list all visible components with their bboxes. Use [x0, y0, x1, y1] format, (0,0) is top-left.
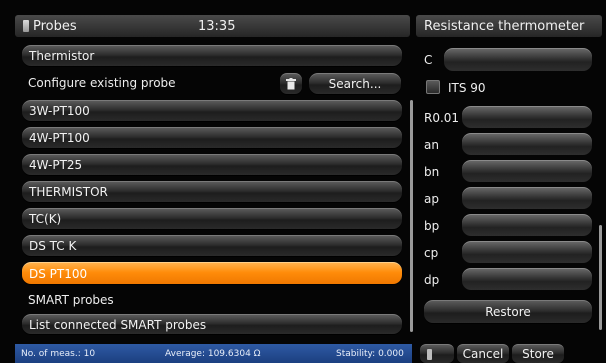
coef-field-dp[interactable] [462, 268, 592, 290]
restore-label: Restore [485, 305, 531, 319]
probe-item-label: 4W-PT25 [29, 158, 83, 172]
probe-list-item[interactable]: DS TC K [22, 235, 402, 256]
stability-value: Stability: 0.000 [336, 348, 404, 359]
probes-header: Probes 13:35 [15, 15, 410, 37]
probe-list-item-selected[interactable]: DS PT100 [22, 262, 402, 284]
coef-label-an: an [424, 138, 439, 152]
search-label: Search... [328, 77, 382, 91]
smart-probes-heading: SMART probes [28, 293, 114, 307]
probes-title: Probes [33, 18, 77, 34]
probe-icon [23, 20, 29, 32]
coef-field-bn[interactable] [462, 160, 592, 182]
coef-field-an[interactable] [462, 133, 592, 155]
status-bar: No. of meas.: 10 Average: 109.6304 Ω Sta… [15, 344, 412, 363]
probe-list-item[interactable]: TC(K) [22, 208, 402, 229]
probe-item-label: DS PT100 [29, 266, 88, 281]
coef-label-dp: dp [424, 273, 440, 287]
bottom-toggle-button[interactable] [420, 344, 454, 363]
coefficients-scrollbar[interactable] [599, 225, 602, 330]
coef-field-ap[interactable] [462, 187, 592, 209]
its90-checkbox[interactable] [426, 80, 440, 94]
probe-item-label: 4W-PT100 [29, 131, 90, 145]
probe-item-label: DS TC K [29, 239, 77, 253]
coef-label-bp: bp [424, 219, 440, 233]
coef-field-bp[interactable] [462, 214, 592, 236]
coef-label-r001: R0.01 [424, 111, 460, 125]
toggle-indicator-icon [427, 348, 432, 360]
probe-item-label: TC(K) [29, 212, 62, 226]
probe-item-label: THERMISTOR [29, 185, 108, 199]
measurement-count: No. of meas.: 10 [21, 348, 96, 359]
cancel-label: Cancel [462, 347, 504, 361]
probe-list-scrollbar[interactable] [410, 100, 413, 332]
coef-field-r001[interactable] [462, 106, 592, 128]
probe-item-label: 3W-PT100 [29, 104, 90, 118]
configure-existing-label: Configure existing probe [28, 76, 176, 90]
coef-field-cp[interactable] [462, 241, 592, 263]
probe-list-item[interactable]: 3W-PT100 [22, 100, 402, 121]
list-smart-probes-label: List connected SMART probes [29, 317, 207, 332]
clock-time: 13:35 [198, 18, 236, 34]
probe-type-label: Thermistor [29, 49, 95, 63]
store-button[interactable]: Store [512, 344, 564, 363]
c-label: C [424, 53, 433, 67]
c-field[interactable] [444, 48, 592, 71]
delete-probe-button[interactable] [280, 73, 302, 94]
average-value: Average: 109.6304 Ω [165, 348, 261, 359]
right-header-title: Resistance thermometer [424, 18, 585, 34]
probe-type-selector[interactable]: Thermistor [22, 45, 402, 66]
coef-label-ap: ap [424, 192, 439, 206]
cancel-button[interactable]: Cancel [457, 344, 509, 363]
probe-list-item[interactable]: 4W-PT25 [22, 154, 402, 175]
list-smart-probes-button[interactable]: List connected SMART probes [22, 314, 402, 334]
its90-label: ITS 90 [448, 81, 486, 95]
store-label: Store [522, 347, 554, 361]
trash-icon [286, 78, 296, 90]
coef-label-bn: bn [424, 165, 440, 179]
resistance-thermometer-header: Resistance thermometer [416, 15, 602, 37]
restore-button[interactable]: Restore [424, 300, 592, 323]
probe-list-item[interactable]: THERMISTOR [22, 181, 402, 202]
coef-label-cp: cp [424, 246, 439, 260]
search-button[interactable]: Search... [309, 73, 401, 94]
probe-list-item[interactable]: 4W-PT100 [22, 127, 402, 148]
